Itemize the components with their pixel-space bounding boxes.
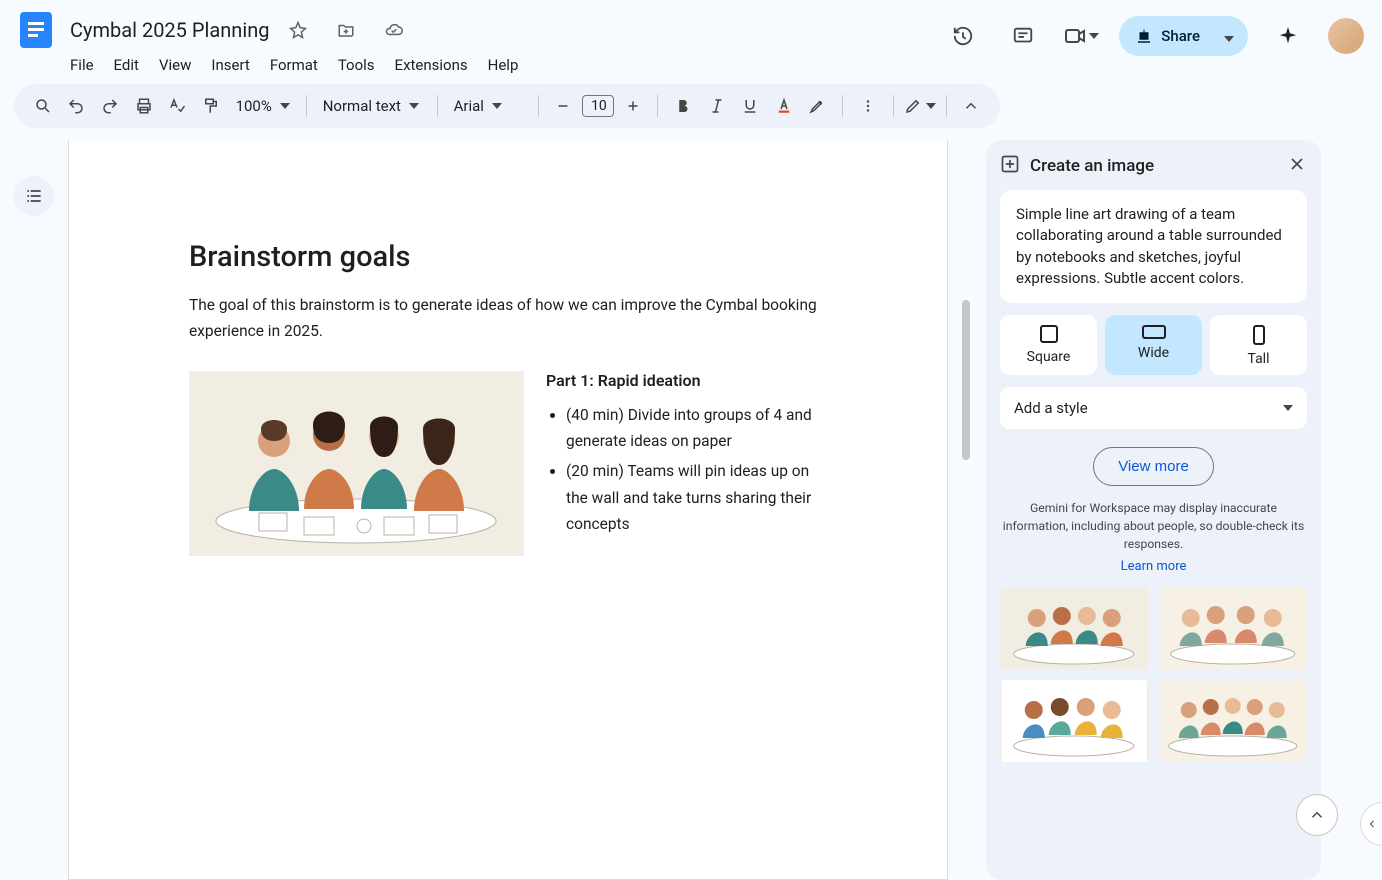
menu-format[interactable]: Format (270, 56, 318, 74)
italic-icon[interactable] (702, 89, 732, 123)
close-icon[interactable] (1287, 154, 1307, 178)
aspect-square[interactable]: Square (1000, 315, 1097, 375)
gemini-icon[interactable] (1268, 16, 1308, 56)
editing-mode-icon[interactable] (904, 89, 936, 123)
style-selector[interactable]: Add a style (1000, 387, 1307, 429)
menu-edit[interactable]: Edit (114, 56, 139, 74)
share-options[interactable] (1214, 27, 1248, 46)
generated-image-2[interactable] (1159, 588, 1308, 670)
history-icon[interactable] (943, 16, 983, 56)
document-page[interactable]: Brainstorm goals The goal of this brains… (68, 140, 948, 880)
paragraph-style-selector[interactable]: Normal text (317, 97, 427, 115)
text-color-icon[interactable] (769, 89, 799, 123)
menu-view[interactable]: View (159, 56, 191, 74)
collapse-toolbar-icon[interactable] (956, 89, 986, 123)
generated-image-4[interactable] (1159, 680, 1308, 762)
view-more-button[interactable]: View more (1093, 447, 1214, 486)
menu-extensions[interactable]: Extensions (395, 56, 468, 74)
account-avatar[interactable] (1328, 18, 1364, 54)
bullet-item: (40 min) Divide into groups of 4 and gen… (566, 402, 827, 455)
menu-tools[interactable]: Tools (338, 56, 375, 74)
generated-image-3[interactable] (1000, 680, 1149, 762)
scroll-up-button[interactable] (1296, 794, 1338, 836)
search-icon[interactable] (28, 89, 58, 123)
intro-paragraph: The goal of this brainstorm is to genera… (189, 292, 827, 345)
redo-icon[interactable] (95, 89, 125, 123)
undo-icon[interactable] (62, 89, 92, 123)
docs-logo-icon[interactable] (14, 8, 58, 52)
document-title[interactable]: Cymbal 2025 Planning (66, 16, 273, 44)
paint-format-icon[interactable] (196, 89, 226, 123)
toolbar: 100% Normal text Arial 10 (14, 84, 1000, 128)
aspect-tall[interactable]: Tall (1210, 315, 1307, 375)
bold-icon[interactable] (668, 89, 698, 123)
comments-icon[interactable] (1003, 16, 1043, 56)
scrollbar-thumb[interactable] (962, 300, 970, 460)
decrease-font-icon[interactable] (548, 89, 578, 123)
spellcheck-icon[interactable] (162, 89, 192, 123)
highlight-icon[interactable] (803, 89, 833, 123)
menu-help[interactable]: Help (488, 56, 519, 74)
disclaimer-text: Gemini for Workspace may display inaccur… (1000, 500, 1307, 553)
font-size-input[interactable]: 10 (582, 95, 614, 117)
prompt-input[interactable]: Simple line art drawing of a team collab… (1000, 190, 1307, 303)
generate-icon (1000, 154, 1020, 178)
more-icon[interactable] (853, 89, 883, 123)
bullet-item: (20 min) Teams will pin ideas up on the … (566, 458, 827, 537)
learn-more-link[interactable]: Learn more (1000, 559, 1307, 574)
font-selector[interactable]: Arial (448, 97, 528, 115)
inserted-image[interactable] (189, 371, 524, 556)
create-image-panel: Create an image Simple line art drawing … (986, 140, 1321, 880)
sidebar-title: Create an image (1030, 156, 1277, 176)
increase-font-icon[interactable] (618, 89, 648, 123)
aspect-wide[interactable]: Wide (1105, 315, 1202, 375)
zoom-selector[interactable]: 100% (230, 97, 296, 115)
share-label: Share (1161, 27, 1200, 45)
menu-insert[interactable]: Insert (211, 56, 249, 74)
part-title: Part 1: Rapid ideation (546, 371, 827, 390)
cloud-check-icon[interactable] (377, 13, 411, 47)
star-icon[interactable] (281, 13, 315, 47)
generated-image-1[interactable] (1000, 588, 1149, 670)
move-icon[interactable] (329, 13, 363, 47)
underline-icon[interactable] (735, 89, 765, 123)
menu-file[interactable]: File (70, 56, 94, 74)
print-icon[interactable] (129, 89, 159, 123)
share-button[interactable]: Share (1119, 27, 1214, 45)
outline-toggle-icon[interactable] (14, 176, 54, 216)
heading: Brainstorm goals (189, 240, 827, 274)
meet-button[interactable] (1063, 24, 1099, 48)
